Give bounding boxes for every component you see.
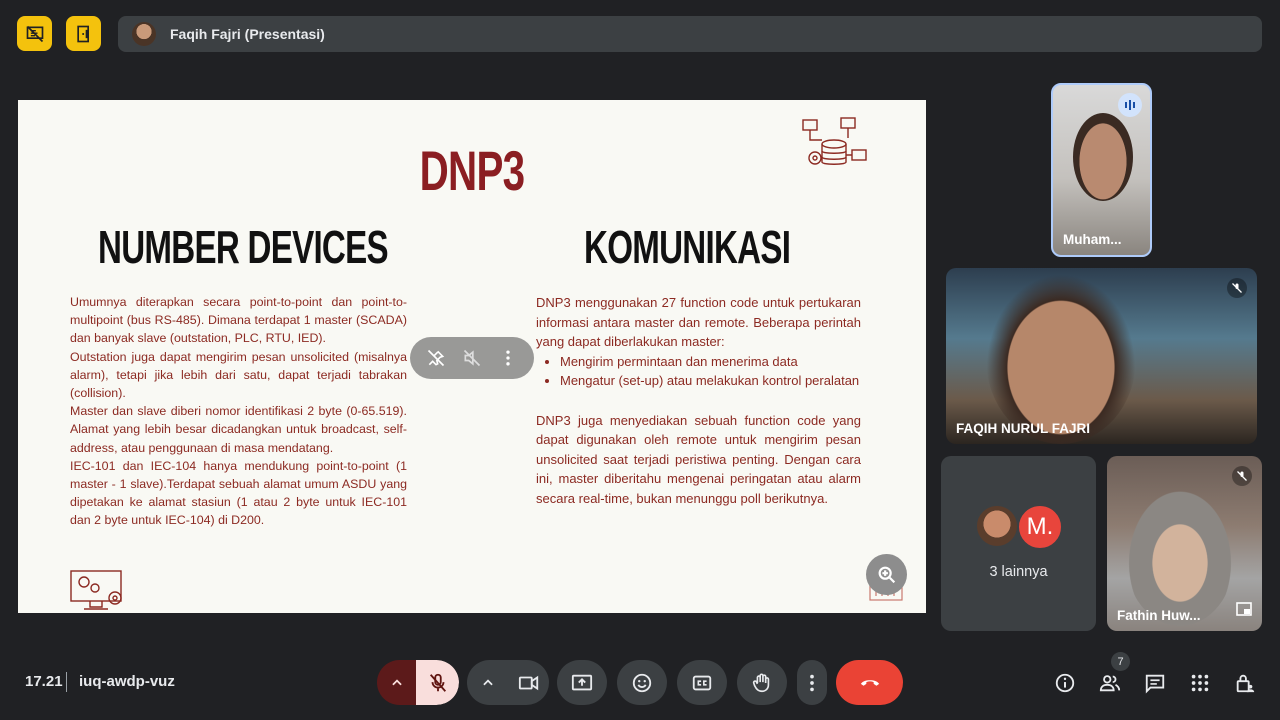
participant-video bbox=[986, 274, 1136, 444]
participant-tile[interactable]: FAQIH NURUL FAJRI bbox=[946, 268, 1257, 444]
participant-tile[interactable]: Fathin Huw... bbox=[1107, 456, 1262, 631]
left-paragraph: Umumnya diterapkan secara point-to-point… bbox=[70, 295, 407, 346]
right-column-text: DNP3 menggunakan 27 function code untuk … bbox=[536, 293, 861, 508]
more-options-button[interactable] bbox=[797, 660, 827, 705]
participant-tile[interactable]: Muham... bbox=[1051, 83, 1152, 257]
avatar: M. bbox=[1017, 504, 1063, 550]
tile-overlay-controls bbox=[410, 337, 534, 379]
left-paragraph: Outstation juga dapat mengirim pesan uns… bbox=[70, 349, 407, 401]
slide-title: DNP3 bbox=[419, 139, 525, 202]
participant-video bbox=[1073, 113, 1133, 201]
right-bullet: Mengirim permintaan dan menerima data bbox=[560, 352, 861, 372]
participant-name: Muham... bbox=[1063, 232, 1122, 247]
more-vert-icon bbox=[810, 674, 814, 691]
door-exit-icon bbox=[76, 25, 89, 42]
raise-hand-button[interactable] bbox=[737, 660, 787, 705]
host-controls-button[interactable] bbox=[1232, 670, 1258, 696]
closed-caption-icon bbox=[692, 675, 712, 690]
mic-toggle-button[interactable] bbox=[416, 660, 459, 705]
mute-tile-button[interactable] bbox=[461, 347, 483, 369]
people-button[interactable] bbox=[1097, 670, 1123, 696]
others-tile[interactable]: M. 3 lainnya bbox=[941, 456, 1096, 631]
right-bullet-list: Mengirim permintaan dan menerima data Me… bbox=[560, 352, 861, 391]
videocam-icon bbox=[518, 675, 538, 690]
pin-off-icon bbox=[427, 349, 445, 367]
right-bullet: Mengatur (set-up) atau melakukan kontrol… bbox=[560, 371, 861, 391]
mic-off-indicator bbox=[1227, 278, 1247, 298]
left-paragraph: Master dan slave diberi nomor identifika… bbox=[70, 404, 407, 455]
database-network-icon bbox=[801, 116, 871, 183]
more-options-tile-button[interactable] bbox=[497, 347, 519, 369]
leave-call-button[interactable] bbox=[836, 660, 903, 705]
others-label: 3 lainnya bbox=[989, 564, 1048, 580]
reactions-button[interactable] bbox=[617, 660, 667, 705]
mic-off-icon bbox=[1237, 471, 1247, 481]
info-icon bbox=[1055, 673, 1075, 693]
camera-control-group bbox=[467, 660, 549, 705]
participant-name: FAQIH NURUL FAJRI bbox=[956, 421, 1091, 436]
emoji-icon bbox=[632, 673, 652, 692]
participant-name: Fathin Huw... bbox=[1117, 608, 1201, 623]
meeting-time: 17.21 bbox=[25, 673, 63, 690]
participant-video bbox=[1125, 486, 1235, 626]
video-options-button[interactable] bbox=[467, 660, 508, 705]
left-column-heading: NUMBER DEVICES bbox=[98, 221, 389, 273]
zoom-button[interactable] bbox=[866, 554, 907, 595]
camera-toggle-button[interactable] bbox=[508, 660, 549, 705]
zoom-in-icon bbox=[878, 566, 895, 583]
mic-off-icon bbox=[429, 673, 446, 692]
hide-presentation-button[interactable] bbox=[17, 16, 52, 51]
activities-button[interactable] bbox=[1187, 670, 1213, 696]
volume-off-icon bbox=[463, 349, 481, 367]
chevron-up-icon bbox=[482, 678, 493, 685]
mic-off-icon bbox=[1232, 283, 1242, 293]
people-icon bbox=[1099, 675, 1121, 692]
lock-person-icon bbox=[1236, 674, 1255, 693]
people-count-badge: 7 bbox=[1111, 652, 1130, 671]
present-to-all-icon bbox=[571, 674, 593, 690]
chat-icon bbox=[1145, 674, 1165, 694]
call-end-icon bbox=[860, 679, 879, 686]
computer-settings-icon bbox=[70, 570, 124, 613]
mic-control-group bbox=[377, 660, 459, 705]
presenter-avatar bbox=[132, 22, 156, 46]
apps-grid-icon bbox=[1191, 674, 1209, 692]
unpin-button[interactable] bbox=[425, 347, 447, 369]
audio-level-icon bbox=[1125, 100, 1135, 110]
meeting-details-button[interactable] bbox=[1052, 670, 1078, 696]
avatar bbox=[975, 504, 1019, 548]
left-column-text: Umumnya diterapkan secara point-to-point… bbox=[70, 293, 407, 530]
mic-off-indicator bbox=[1232, 466, 1252, 486]
hand-icon bbox=[752, 673, 770, 692]
presentation-off-icon bbox=[26, 25, 43, 42]
audio-options-button[interactable] bbox=[377, 660, 417, 705]
chat-button[interactable] bbox=[1142, 670, 1168, 696]
chevron-up-icon bbox=[391, 678, 402, 685]
stop-presenting-button[interactable] bbox=[66, 16, 101, 51]
right-outro: DNP3 juga menyediakan sebuah function co… bbox=[536, 412, 861, 506]
left-paragraph: IEC-101 dan IEC-104 hanya mendukung poin… bbox=[70, 458, 407, 528]
right-intro: DNP3 menggunakan 27 function code untuk … bbox=[536, 295, 861, 349]
presenter-label: Faqih Fajri (Presentasi) bbox=[170, 26, 325, 42]
meeting-code: iuq-awdp-vuz bbox=[79, 673, 175, 690]
right-column-heading: KOMUNIKASI bbox=[584, 221, 791, 273]
picture-in-picture-icon[interactable] bbox=[1236, 602, 1252, 621]
meet-window: Faqih Fajri (Presentasi) DNP3 NUMBER DEV… bbox=[0, 0, 1280, 720]
others-avatars: M. bbox=[975, 504, 1063, 550]
speaking-indicator bbox=[1118, 93, 1142, 117]
more-vert-icon bbox=[506, 350, 510, 366]
divider bbox=[66, 672, 67, 692]
presenter-bar: Faqih Fajri (Presentasi) bbox=[118, 16, 1262, 52]
present-screen-button[interactable] bbox=[557, 660, 607, 705]
captions-button[interactable] bbox=[677, 660, 727, 705]
